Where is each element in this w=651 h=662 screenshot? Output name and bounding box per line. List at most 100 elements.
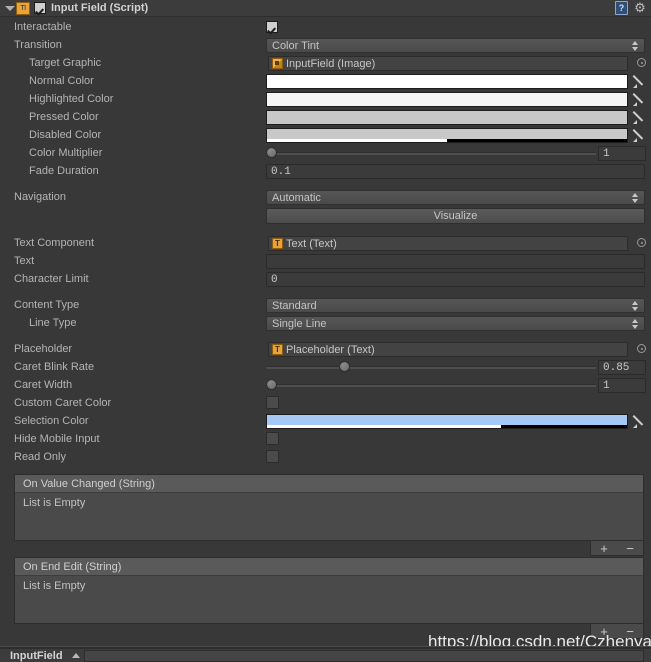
target-graphic-picker-icon[interactable] (637, 58, 646, 67)
interactable-checkbox[interactable] (266, 21, 278, 33)
color-multiplier-value[interactable]: 1 (598, 146, 646, 161)
text-component-icon: T (272, 344, 283, 355)
caret-width-value[interactable]: 1 (598, 378, 646, 393)
disabled-color-eyedropper-icon[interactable] (632, 128, 647, 142)
placeholder-picker-icon[interactable] (637, 344, 646, 353)
hide-mobile-input-checkbox[interactable] (266, 432, 279, 445)
event-list-empty-text: List is Empty (23, 580, 86, 592)
fade-duration-input[interactable]: 0.1 (266, 164, 645, 179)
placeholder-object-field[interactable]: T Placeholder (Text) (268, 342, 628, 357)
custom-caret-color-checkbox[interactable] (266, 396, 279, 409)
slider-knob[interactable] (338, 361, 350, 372)
event-list-empty-text: List is Empty (23, 497, 86, 509)
highlighted-color-eyedropper-icon[interactable] (632, 92, 647, 106)
label-selection-color: Selection Color (14, 415, 89, 427)
transition-value: Color Tint (272, 39, 320, 52)
label-transition: Transition (14, 39, 62, 51)
header-actions: ? ⚙ (615, 1, 647, 15)
row-target-graphic: Target Graphic InputField (Image) (0, 54, 651, 72)
label-navigation: Navigation (14, 191, 66, 203)
character-limit-input[interactable]: 0 (266, 272, 645, 287)
label-disabled-color: Disabled Color (29, 129, 102, 141)
text-input[interactable] (266, 254, 645, 269)
slider-knob[interactable] (266, 147, 277, 158)
transition-dropdown[interactable]: Color Tint (266, 38, 645, 53)
row-selection-color: Selection Color (0, 412, 651, 430)
image-component-icon (272, 58, 283, 69)
pressed-color-eyedropper-icon[interactable] (632, 110, 647, 124)
target-graphic-object-field[interactable]: InputField (Image) (268, 56, 628, 71)
row-disabled-color: Disabled Color (0, 126, 651, 144)
label-hide-mobile-input: Hide Mobile Input (14, 433, 100, 445)
chevron-updown-icon (632, 318, 639, 330)
label-text: Text (14, 255, 35, 267)
chevron-updown-icon (632, 192, 639, 204)
label-content-type: Content Type (14, 299, 80, 311)
text-component-object-field[interactable]: T Text (Text) (268, 236, 628, 251)
text-component-picker-icon[interactable] (637, 238, 646, 247)
script-icon: TI (16, 1, 30, 15)
text-component-icon: T (272, 238, 283, 249)
line-type-dropdown[interactable]: Single Line (266, 316, 645, 331)
text-component-value: Text (Text) (286, 237, 337, 250)
help-book-icon[interactable]: ? (615, 1, 628, 15)
remove-event-button[interactable]: − (622, 542, 638, 555)
label-interactable: Interactable (14, 21, 72, 33)
content-type-dropdown[interactable]: Standard (266, 298, 645, 313)
placeholder-value: Placeholder (Text) (286, 343, 375, 356)
visualize-button[interactable]: Visualize (266, 208, 645, 224)
normal-color-swatch[interactable] (266, 74, 628, 89)
add-event-button[interactable]: + (596, 542, 612, 555)
foldout-triangle-icon[interactable] (4, 3, 15, 14)
selection-color-eyedropper-icon[interactable] (632, 414, 647, 428)
pressed-color-swatch[interactable] (266, 110, 628, 125)
highlighted-color-swatch[interactable] (266, 92, 628, 107)
row-character-limit: Character Limit 0 (0, 270, 651, 288)
label-fade-duration: Fade Duration (29, 165, 99, 177)
bottom-bar-label: InputField (10, 650, 63, 662)
label-placeholder: Placeholder (14, 343, 73, 355)
row-text: Text (0, 252, 651, 270)
label-caret-blink-rate: Caret Blink Rate (14, 361, 95, 373)
gear-icon[interactable]: ⚙ (633, 1, 647, 15)
row-fade-duration: Fade Duration 0.1 (0, 162, 651, 180)
slider-knob[interactable] (266, 379, 277, 390)
row-interactable: Interactable (0, 18, 651, 36)
row-navigation: Navigation Automatic (0, 188, 651, 206)
row-placeholder: Placeholder T Placeholder (Text) (0, 340, 651, 358)
event-list-title: On Value Changed (String) (15, 475, 643, 493)
normal-color-eyedropper-icon[interactable] (632, 74, 647, 88)
row-content-type: Content Type Standard (0, 296, 651, 314)
highlighted-color-fill (267, 93, 627, 106)
navigation-dropdown[interactable]: Automatic (266, 190, 645, 205)
row-read-only: Read Only (0, 448, 651, 466)
pressed-color-fill (267, 111, 627, 124)
label-line-type: Line Type (29, 317, 77, 329)
label-caret-width: Caret Width (14, 379, 73, 391)
label-custom-caret-color: Custom Caret Color (14, 397, 112, 409)
row-pressed-color: Pressed Color (0, 108, 651, 126)
row-transition: Transition Color Tint (0, 36, 651, 54)
caret-width-slider[interactable] (266, 378, 596, 392)
caret-blink-rate-slider[interactable] (266, 360, 596, 374)
slider-track (266, 366, 596, 369)
chevron-updown-icon (632, 300, 639, 312)
component-header[interactable]: TI Input Field (Script) ? ⚙ (0, 0, 651, 17)
color-multiplier-slider[interactable] (266, 146, 596, 160)
caret-blink-rate-value[interactable]: 0.85 (598, 360, 646, 375)
slider-track (266, 152, 596, 155)
event-list-title: On End Edit (String) (15, 558, 643, 576)
chevron-updown-icon (632, 40, 639, 52)
component-enabled-checkbox[interactable] (34, 2, 46, 14)
bottom-bar-field[interactable] (84, 650, 644, 662)
event-list-on-end-edit: On End Edit (String) List is Empty (14, 557, 644, 624)
bottom-bar-caret-icon[interactable] (72, 653, 80, 658)
normal-color-fill (267, 75, 627, 88)
component-title: Input Field (Script) (51, 2, 149, 14)
disabled-color-swatch[interactable] (266, 128, 628, 143)
row-caret-width: Caret Width 1 (0, 376, 651, 394)
read-only-checkbox[interactable] (266, 450, 279, 463)
label-text-component: Text Component (14, 237, 95, 249)
selection-color-swatch[interactable] (266, 414, 628, 429)
line-type-value: Single Line (272, 317, 327, 330)
